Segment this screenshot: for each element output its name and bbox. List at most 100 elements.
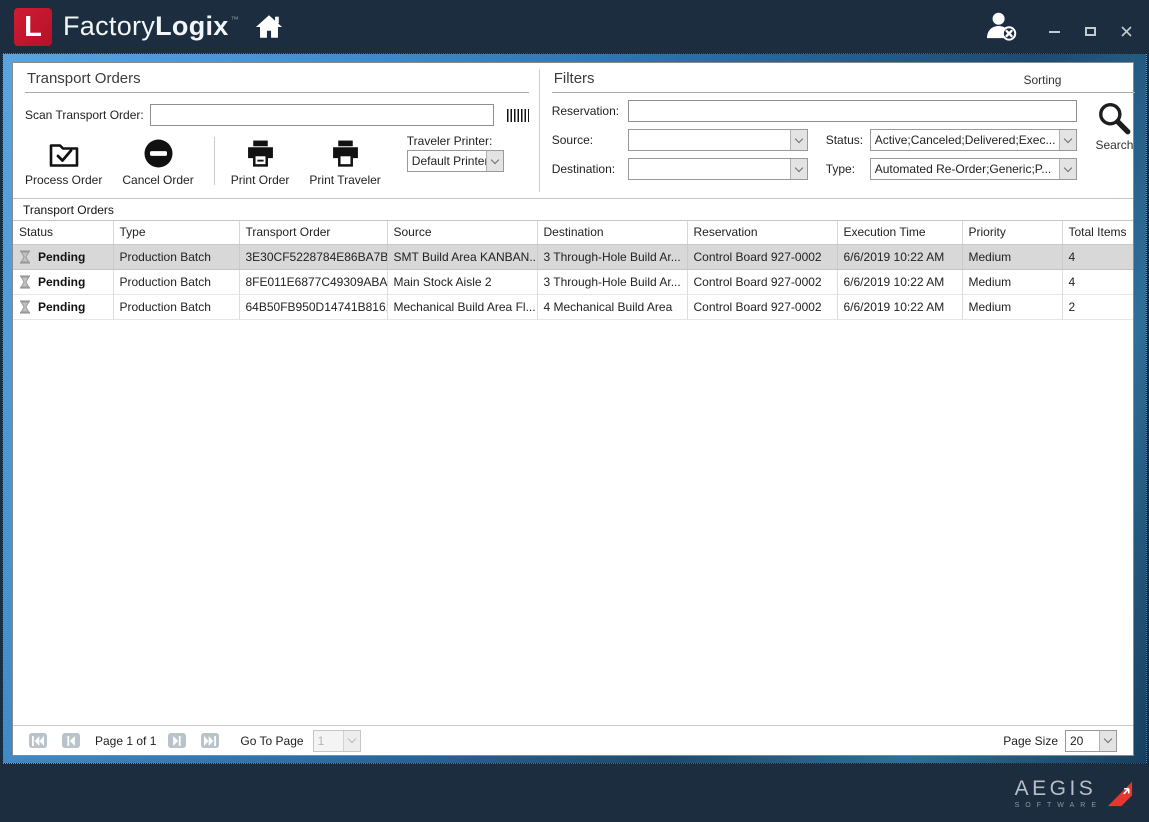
chevron-down-icon xyxy=(790,159,807,179)
next-page-icon xyxy=(170,735,184,747)
source-select[interactable] xyxy=(628,129,808,151)
type-select[interactable]: Automated Re-Order;Generic;P... xyxy=(870,158,1078,180)
traveler-printer-select[interactable]: Default Printer xyxy=(407,150,504,172)
minimize-button[interactable] xyxy=(1048,25,1061,38)
chevron-down-icon xyxy=(486,151,503,171)
table-row[interactable]: Pending Production Batch 3E30CF5228784E8… xyxy=(13,244,1133,269)
aegis-arrow-icon xyxy=(1105,779,1133,807)
destination-select[interactable] xyxy=(628,158,808,180)
printer-icon xyxy=(246,140,275,167)
reservation-input[interactable] xyxy=(628,100,1078,122)
go-to-page-select[interactable]: 1 xyxy=(313,730,361,752)
cell-destination: 3 Through-Hole Build Ar... xyxy=(537,269,687,294)
process-order-button[interactable]: Process Order xyxy=(25,137,102,187)
brand-wordmark: Factory Logix ™ xyxy=(63,11,239,42)
cell-destination: 4 Mechanical Build Area xyxy=(537,294,687,319)
cell-source: Mechanical Build Area Fl... xyxy=(387,294,537,319)
first-page-button[interactable] xyxy=(29,733,47,748)
cell-transport-order: 3E30CF5228784E86BA7B... xyxy=(239,244,387,269)
search-button[interactable]: Search xyxy=(1095,101,1133,152)
home-button[interactable] xyxy=(255,14,283,39)
cancel-order-button[interactable]: Cancel Order xyxy=(122,137,193,187)
col-header-type[interactable]: Type xyxy=(113,221,239,244)
previous-page-icon xyxy=(64,735,78,747)
table-header-row: Status Type Transport Order Source Desti… xyxy=(13,221,1133,244)
transport-orders-panel: Transport Orders Scan Transport Order: xyxy=(13,63,539,198)
cell-transport-order: 8FE011E6877C49309ABA... xyxy=(239,269,387,294)
cell-execution-time: 6/6/2019 10:22 AM xyxy=(837,294,962,319)
main-content: Transport Orders Scan Transport Order: xyxy=(12,62,1134,756)
titlebar-right xyxy=(985,11,1133,42)
table-section-tab[interactable]: Transport Orders xyxy=(13,199,1133,221)
filters-panel-title: Filters xyxy=(554,70,595,87)
cell-total-items: 2 xyxy=(1062,294,1133,319)
table-row[interactable]: Pending Production Batch 64B50FB950D1474… xyxy=(13,294,1133,319)
cell-destination: 3 Through-Hole Build Ar... xyxy=(537,244,687,269)
col-header-source[interactable]: Source xyxy=(387,221,537,244)
table-empty-area xyxy=(13,320,1133,726)
barcode-icon xyxy=(507,109,529,122)
go-to-page-label: Go To Page xyxy=(240,734,303,748)
status-value: Pending xyxy=(38,250,85,264)
col-header-transport-order[interactable]: Transport Order xyxy=(239,221,387,244)
page-size-select[interactable]: 20 xyxy=(1065,730,1117,752)
transport-orders-table: Status Type Transport Order Source Desti… xyxy=(13,221,1133,320)
col-header-destination[interactable]: Destination xyxy=(537,221,687,244)
scan-order-label: Scan Transport Order: xyxy=(25,108,144,122)
close-button[interactable] xyxy=(1120,25,1133,38)
cell-type: Production Batch xyxy=(113,269,239,294)
cell-priority: Medium xyxy=(962,244,1062,269)
aegis-brand-text: AEGIS xyxy=(1015,778,1097,799)
app-logo: L xyxy=(14,8,52,46)
hourglass-icon xyxy=(19,300,31,314)
sorting-link[interactable]: Sorting xyxy=(1023,73,1061,87)
trademark-symbol: ™ xyxy=(231,15,239,24)
chevron-down-icon xyxy=(1059,130,1076,150)
footer-bar: AEGIS SOFTWARE xyxy=(0,764,1149,822)
print-order-button[interactable]: Print Order xyxy=(231,137,290,187)
type-label: Type: xyxy=(826,162,870,176)
col-header-priority[interactable]: Priority xyxy=(962,221,1062,244)
last-page-icon xyxy=(203,735,217,747)
print-traveler-button[interactable]: Print Traveler xyxy=(309,137,380,187)
app-logo-letter: L xyxy=(24,13,42,42)
user-logout-button[interactable] xyxy=(985,11,1018,42)
previous-page-button[interactable] xyxy=(62,733,80,748)
chevron-down-icon xyxy=(1059,159,1076,179)
first-page-icon xyxy=(31,735,45,747)
brand-factory: Factory xyxy=(63,11,155,42)
col-header-status[interactable]: Status xyxy=(13,221,113,244)
printer-icon xyxy=(331,140,360,167)
cell-transport-order: 64B50FB950D14741B816... xyxy=(239,294,387,319)
transport-orders-table-section: Transport Orders Status Type Transport O… xyxy=(13,199,1133,755)
home-icon xyxy=(255,14,283,39)
traveler-printer-label: Traveler Printer: xyxy=(407,134,504,148)
cell-reservation: Control Board 927-0002 xyxy=(687,294,837,319)
next-page-button[interactable] xyxy=(168,733,186,748)
maximize-button[interactable] xyxy=(1084,25,1097,38)
table-row[interactable]: Pending Production Batch 8FE011E6877C493… xyxy=(13,269,1133,294)
col-header-execution-time[interactable]: Execution Time xyxy=(837,221,962,244)
no-entry-icon xyxy=(143,138,174,169)
hourglass-icon xyxy=(19,250,31,264)
cell-reservation: Control Board 927-0002 xyxy=(687,269,837,294)
aegis-logo: AEGIS SOFTWARE xyxy=(1015,778,1133,809)
cell-reservation: Control Board 927-0002 xyxy=(687,244,837,269)
cell-total-items: 4 xyxy=(1062,269,1133,294)
brand-logix: Logix xyxy=(155,11,229,42)
top-panels: Transport Orders Scan Transport Order: xyxy=(13,63,1133,199)
chevron-down-icon xyxy=(1099,731,1116,751)
status-label: Status: xyxy=(826,133,870,147)
close-icon xyxy=(1121,26,1132,37)
status-select[interactable]: Active;Canceled;Delivered;Exec... xyxy=(870,129,1078,151)
col-header-reservation[interactable]: Reservation xyxy=(687,221,837,244)
aegis-subtitle-text: SOFTWARE xyxy=(1015,802,1102,809)
traveler-printer-group: Traveler Printer: Default Printer xyxy=(407,134,504,172)
col-header-total-items[interactable]: Total Items xyxy=(1062,221,1133,244)
reservation-label: Reservation: xyxy=(552,104,628,118)
cell-priority: Medium xyxy=(962,269,1062,294)
scan-order-input[interactable] xyxy=(150,104,494,126)
cell-priority: Medium xyxy=(962,294,1062,319)
last-page-button[interactable] xyxy=(201,733,219,748)
chevron-down-icon xyxy=(343,731,360,751)
